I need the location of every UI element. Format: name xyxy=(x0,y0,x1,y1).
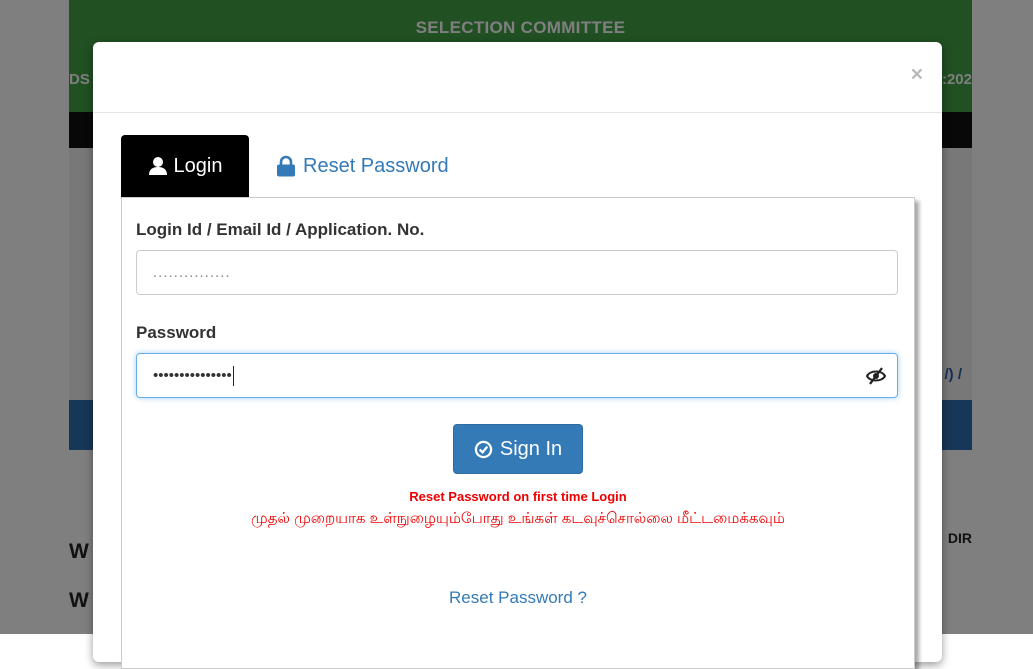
text-caret xyxy=(232,365,234,386)
login-modal: × Login Reset Password Login Id / Email … xyxy=(93,42,942,669)
check-circle-icon xyxy=(474,440,493,458)
tab-login[interactable]: Login xyxy=(121,135,249,197)
sign-in-label: Sign In xyxy=(499,437,563,460)
login-panel: Login Id / Email Id / Application. No. .… xyxy=(121,197,915,669)
reset-notice-english: Reset Password on first time Login xyxy=(409,489,627,504)
eye-slash-icon[interactable] xyxy=(865,366,887,386)
sign-in-button[interactable]: Sign In xyxy=(453,424,583,474)
tab-reset-label: Reset Password xyxy=(303,154,449,177)
reset-password-link[interactable]: Reset Password ? xyxy=(122,588,914,608)
password-value: ••••••••••••••• xyxy=(153,367,232,384)
password-label: Password xyxy=(136,323,217,342)
user-icon xyxy=(148,157,167,175)
password-input[interactable]: ••••••••••••••• xyxy=(136,353,898,398)
login-id-label: Login Id / Email Id / Application. No. xyxy=(136,220,425,239)
reset-notice-tamil: முதல் முறையாக உள்நுழையும்போது உங்கள் கடவ… xyxy=(251,510,785,527)
login-id-input[interactable]: ............... xyxy=(136,250,898,295)
tab-login-label: Login xyxy=(173,154,223,177)
lock-icon xyxy=(277,155,295,177)
modal-header: × xyxy=(93,42,942,113)
tab-reset-password[interactable]: Reset Password xyxy=(275,135,449,197)
close-button[interactable]: × xyxy=(911,64,923,85)
login-tabs: Login Reset Password xyxy=(121,135,921,197)
